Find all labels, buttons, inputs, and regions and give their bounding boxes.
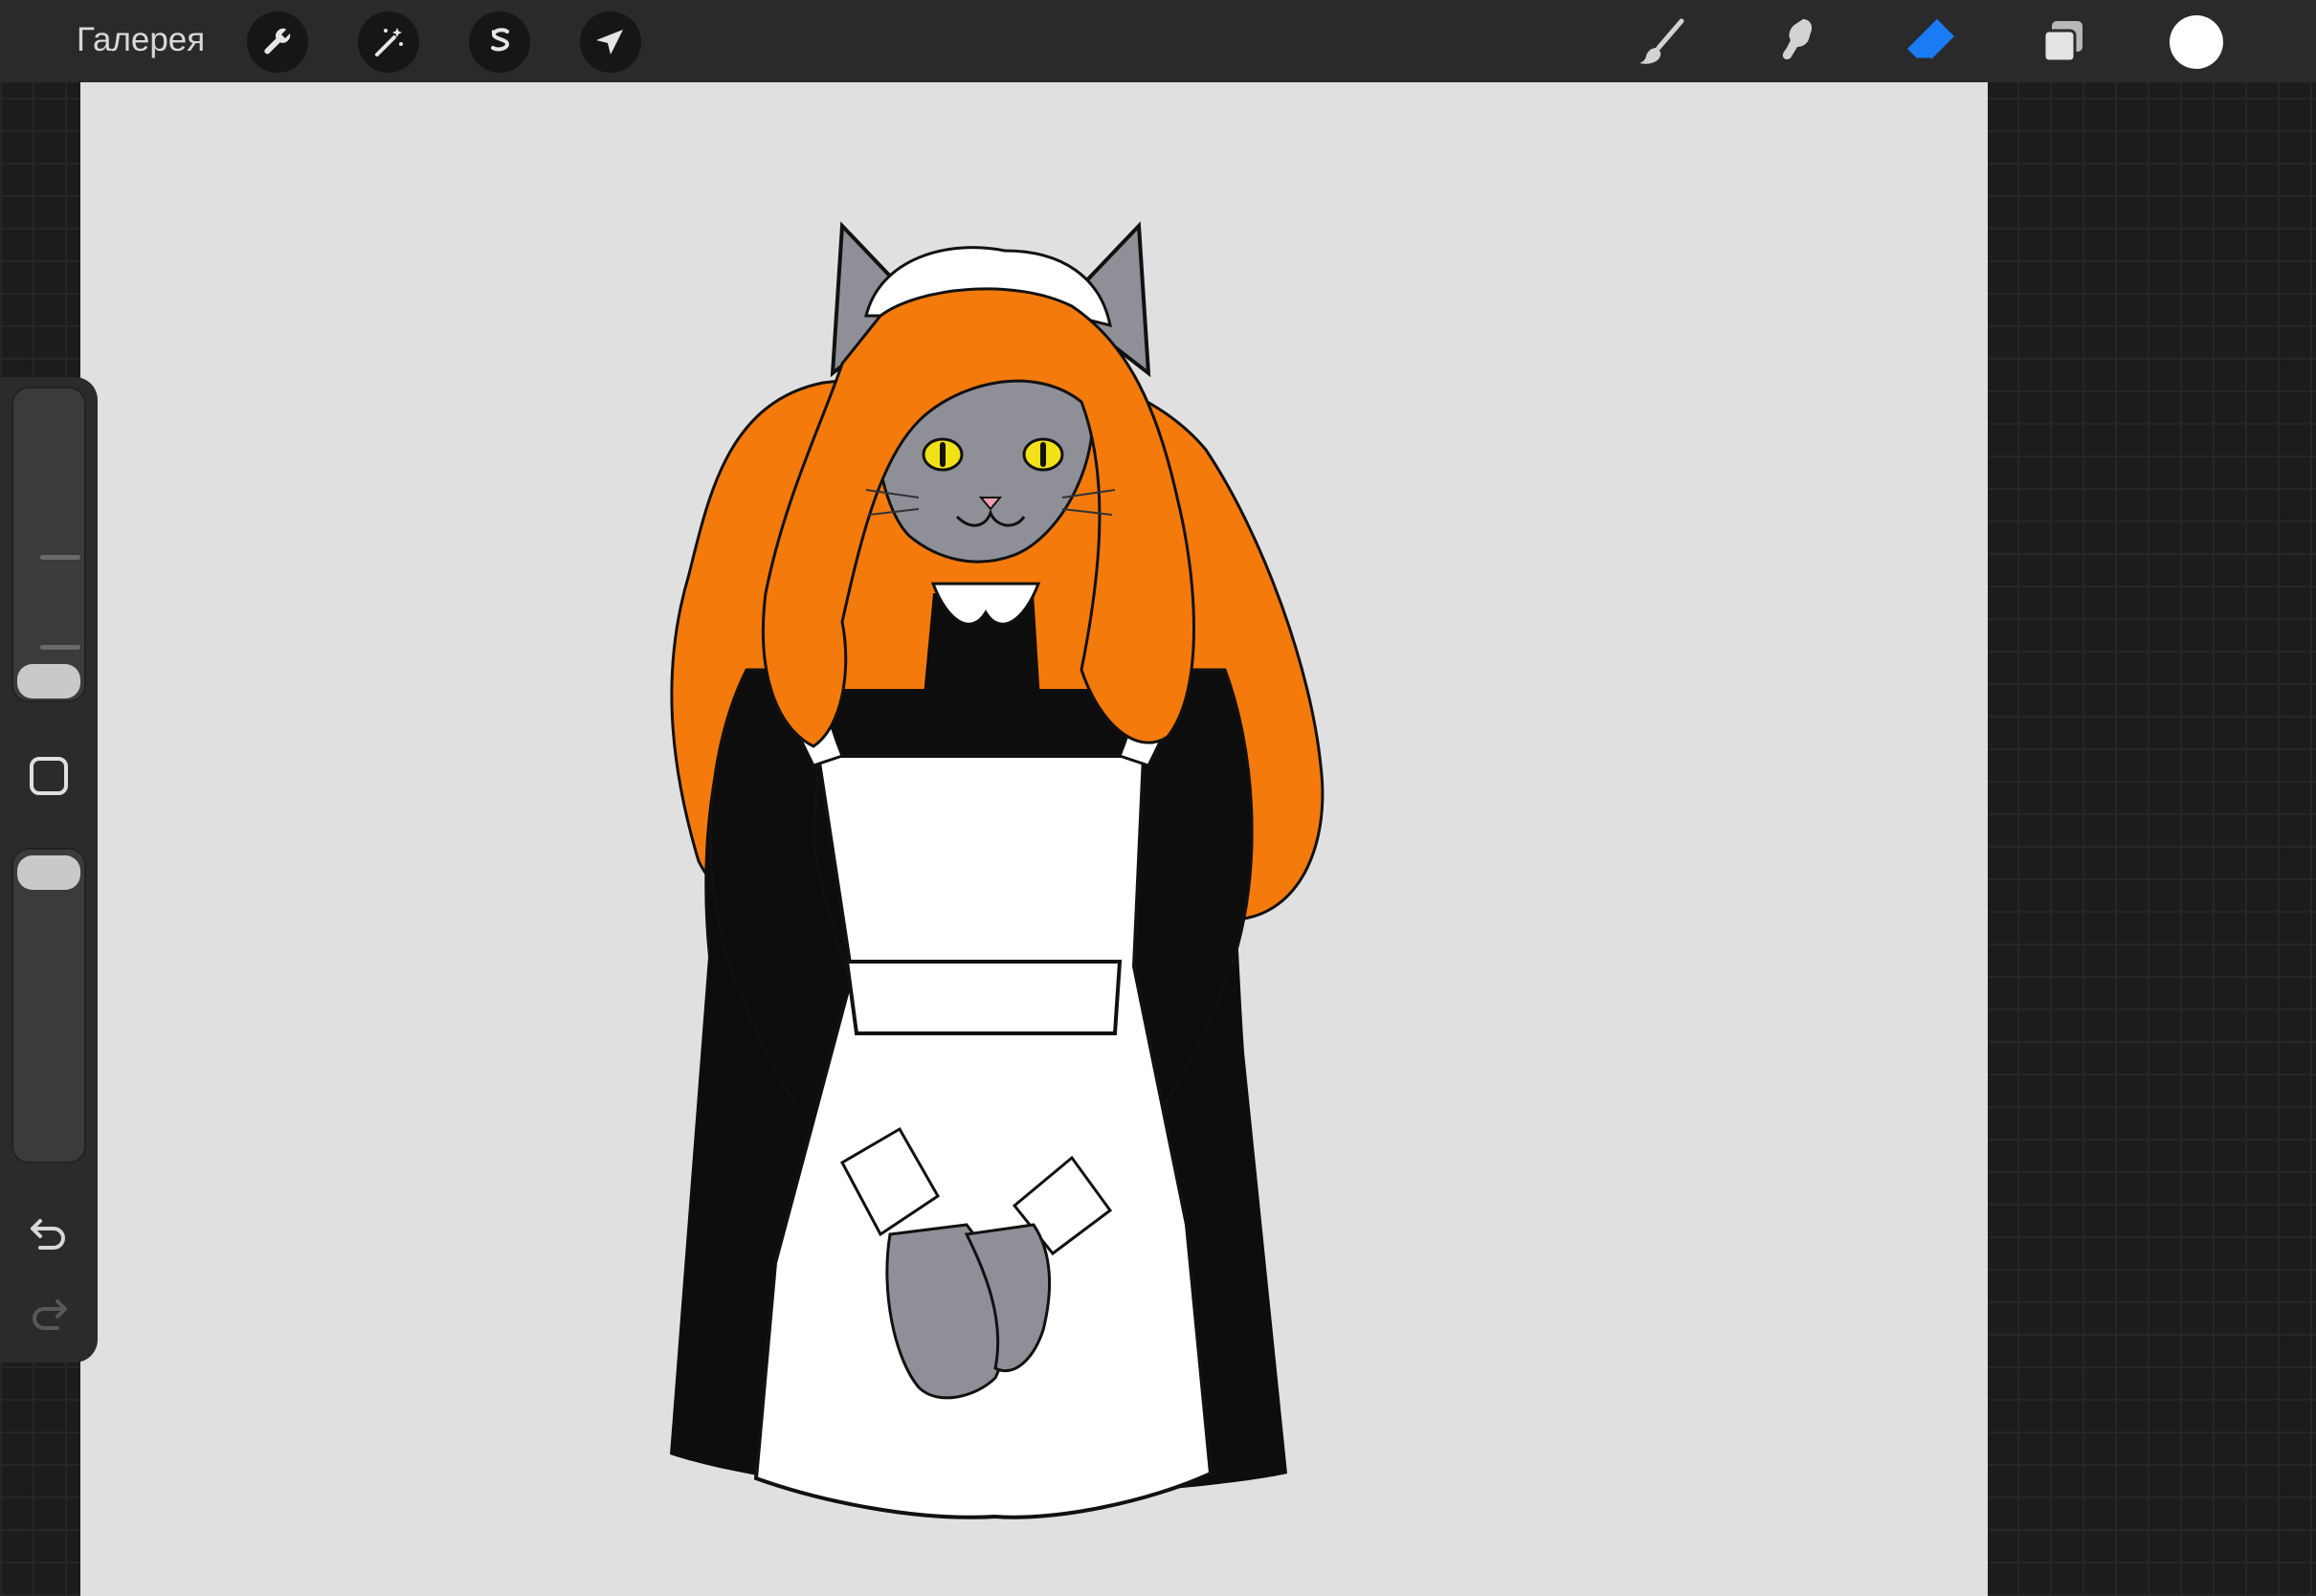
cat-maid-artwork: [670, 221, 1325, 1519]
top-toolbar: Галерея: [0, 0, 2316, 82]
layers-icon: [2042, 21, 2082, 63]
undo-button[interactable]: [17, 1202, 80, 1265]
adjustments-button[interactable]: [358, 11, 419, 73]
actions-button[interactable]: [247, 11, 308, 73]
layers-button[interactable]: [2031, 10, 2096, 75]
brush-icon: [1639, 18, 1684, 64]
brush-size-slider[interactable]: [11, 387, 86, 702]
redo-icon: [33, 1299, 67, 1330]
opacity-thumb[interactable]: [17, 855, 80, 890]
selection-icon: [491, 28, 510, 52]
opacity-slider[interactable]: [11, 848, 86, 1164]
left-sidebar: [0, 377, 98, 1363]
magic-wand-icon: [375, 28, 403, 56]
eraser-icon: [1904, 19, 1954, 61]
brush-tool-button[interactable]: [1630, 10, 1695, 75]
slider-tick: [40, 645, 80, 650]
undo-icon: [31, 1219, 65, 1250]
redo-button[interactable]: [17, 1282, 80, 1345]
modify-square-icon: [30, 757, 68, 795]
smudge-icon: [1782, 19, 1813, 59]
transform-button[interactable]: [580, 11, 641, 73]
gallery-button[interactable]: Галерея: [77, 21, 205, 59]
drawing-canvas[interactable]: [80, 82, 1988, 1596]
smudge-tool-button[interactable]: [1763, 10, 1828, 75]
brush-size-thumb[interactable]: [17, 664, 80, 698]
transform-arrow-icon: [596, 30, 623, 55]
slider-tick: [40, 555, 80, 560]
modify-button[interactable]: [17, 744, 80, 808]
color-picker-button[interactable]: [2170, 15, 2223, 69]
wrench-icon: [264, 28, 291, 55]
eraser-tool-button[interactable]: [1897, 10, 1962, 75]
selection-button[interactable]: [469, 11, 530, 73]
